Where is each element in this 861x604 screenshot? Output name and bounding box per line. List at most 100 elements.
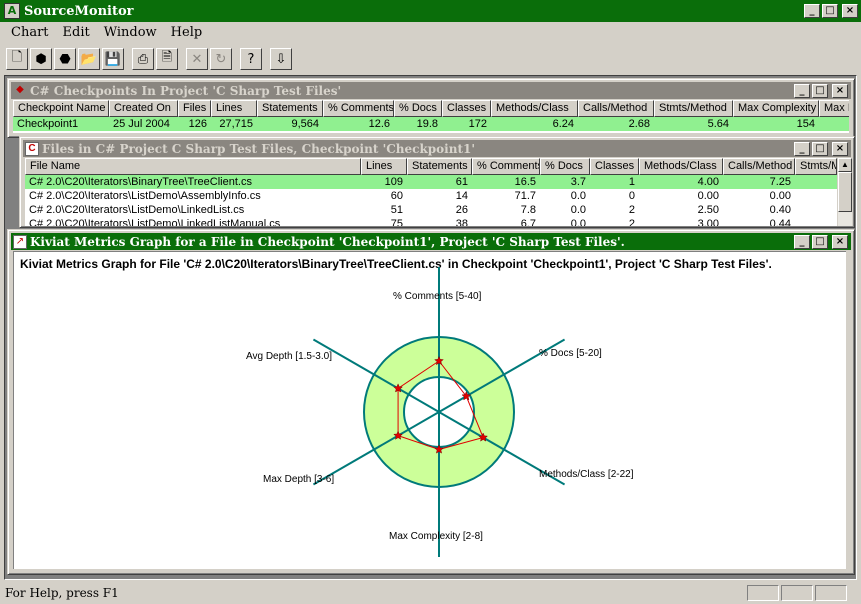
col-statements[interactable]: Statements: [407, 158, 472, 175]
close-button[interactable]: ×: [842, 4, 858, 18]
col-max-complexity[interactable]: Max Complexity: [733, 100, 819, 117]
minimize-button[interactable]: _: [804, 4, 820, 18]
col-lines[interactable]: Lines: [361, 158, 407, 175]
close-button[interactable]: ×: [832, 83, 848, 98]
cell: 14: [455, 190, 468, 202]
print-preview-icon[interactable]: 🗎: [156, 48, 178, 70]
scroll-thumb[interactable]: [838, 172, 852, 212]
checkpoints-window[interactable]: ◆ C# Checkpoints In Project 'C Sharp Tes…: [7, 78, 855, 138]
col-methods-per-class[interactable]: Methods/Class: [639, 158, 723, 175]
cell: 154: [796, 118, 815, 130]
minimize-button[interactable]: _: [794, 234, 810, 249]
cell: 75: [390, 218, 403, 226]
col-checkpoint-name[interactable]: Checkpoint Name: [13, 100, 109, 117]
cell: 0.40: [769, 204, 791, 216]
cell: 2.50: [697, 204, 719, 216]
col-classes[interactable]: Classes: [442, 100, 491, 117]
files-header: File Name Lines Statements % Comments % …: [25, 158, 837, 175]
files-window-title-bar[interactable]: C Files in C# Project C Sharp Test Files…: [23, 140, 851, 157]
col-calls-per-method[interactable]: Calls/Method: [578, 100, 654, 117]
new-project-icon[interactable]: ⬢: [30, 48, 52, 70]
col-pct-docs[interactable]: % Docs: [540, 158, 590, 175]
table-row[interactable]: C# 2.0\C20\Iterators\ListDemo\LinkedList…: [25, 203, 837, 217]
project-icon[interactable]: ⬣: [54, 48, 76, 70]
close-button[interactable]: ×: [832, 141, 848, 156]
save-icon[interactable]: 💾: [102, 48, 124, 70]
files-window[interactable]: C Files in C# Project C Sharp Test Files…: [19, 136, 855, 228]
cell: 172: [468, 118, 487, 130]
menu-edit[interactable]: Edit: [56, 25, 97, 40]
app-title-bar[interactable]: A SourceMonitor _ □ ×: [0, 0, 861, 22]
open-folder-icon[interactable]: 📂: [78, 48, 100, 70]
context-help-icon[interactable]: ?: [240, 48, 262, 70]
print-icon[interactable]: ⎙: [132, 48, 154, 70]
cs-file-icon: C: [25, 141, 39, 156]
table-row[interactable]: C# 2.0\C20\Iterators\ListDemo\LinkedList…: [25, 217, 837, 226]
axis-label-pct-comments: % Comments [5-40]: [393, 291, 482, 302]
menu-window[interactable]: Window: [97, 25, 164, 40]
col-methods-per-class[interactable]: Methods/Class: [491, 100, 578, 117]
cell: 3.7: [570, 176, 586, 188]
axis-label-avg-depth: Avg Depth [1.5-3.0]: [246, 351, 332, 362]
col-stmts-per-method[interactable]: Stmts/M: [795, 158, 837, 175]
cell: 0.0: [570, 190, 586, 202]
col-created-on[interactable]: Created On: [109, 100, 178, 117]
cell: 5.64: [707, 118, 729, 130]
cell: C# 2.0\C20\Iterators\ListDemo\LinkedList…: [29, 218, 281, 226]
table-row[interactable]: C# 2.0\C20\Iterators\BinaryTree\TreeClie…: [25, 175, 837, 189]
cell: 0.0: [570, 218, 586, 226]
cell: 4.00: [697, 176, 719, 188]
cell: 2.68: [628, 118, 650, 130]
col-files[interactable]: Files: [178, 100, 211, 117]
cell: 19.8: [416, 118, 438, 130]
cell: 0.44: [769, 218, 791, 226]
cell: Checkpoint1: [17, 118, 79, 130]
minimize-button[interactable]: _: [794, 141, 810, 156]
cell: 61: [455, 176, 468, 188]
col-statements[interactable]: Statements: [257, 100, 323, 117]
cell: 6.24: [552, 118, 574, 130]
delete-icon[interactable]: ✕: [186, 48, 208, 70]
maximize-button[interactable]: □: [812, 141, 828, 156]
refresh-icon[interactable]: ↻: [210, 48, 232, 70]
maximize-button[interactable]: □: [822, 4, 838, 18]
axis-label-max-complexity: Max Complexity [2-8]: [389, 531, 483, 542]
cell: 27,715: [219, 118, 253, 130]
col-pct-comments[interactable]: % Comments: [323, 100, 394, 117]
cell: 16.5: [514, 176, 536, 188]
col-max-depth[interactable]: Max De: [819, 100, 849, 117]
checkpoints-header: Checkpoint Name Created On Files Lines S…: [13, 100, 849, 117]
checkpoints-table: Checkpoint Name Created On Files Lines S…: [13, 100, 849, 133]
cell: 51: [390, 204, 403, 216]
cell: [795, 203, 837, 217]
menu-chart[interactable]: Chart: [4, 25, 56, 40]
app-icon: A: [4, 3, 20, 19]
checkpoints-window-title-bar[interactable]: ◆ C# Checkpoints In Project 'C Sharp Tes…: [11, 82, 851, 99]
files-window-title: Files in C# Project C Sharp Test Files, …: [42, 141, 476, 156]
col-pct-comments[interactable]: % Comments: [472, 158, 540, 175]
menu-help[interactable]: Help: [164, 25, 210, 40]
cell: 25 Jul 2004: [113, 118, 170, 130]
maximize-button[interactable]: □: [812, 83, 828, 98]
files-vertical-scrollbar[interactable]: ▲: [838, 158, 852, 226]
kiviat-window-title: Kiviat Metrics Graph for a File in Check…: [30, 234, 625, 249]
col-calls-per-method[interactable]: Calls/Method: [723, 158, 795, 175]
col-pct-docs[interactable]: % Docs: [394, 100, 442, 117]
cell: 0.00: [697, 190, 719, 202]
col-file-name[interactable]: File Name: [25, 158, 361, 175]
export-icon[interactable]: ⇩: [270, 48, 292, 70]
scroll-up-button[interactable]: ▲: [838, 158, 852, 172]
kiviat-window[interactable]: ↗ Kiviat Metrics Graph for a File in Che…: [7, 229, 855, 575]
status-text: For Help, press F1: [5, 586, 119, 600]
table-row[interactable]: Checkpoint1 25 Jul 2004 126 27,715 9,564…: [13, 117, 849, 131]
col-stmts-per-method[interactable]: Stmts/Method: [654, 100, 733, 117]
close-button[interactable]: ×: [832, 234, 848, 249]
table-row[interactable]: C# 2.0\C20\Iterators\ListDemo\AssemblyIn…: [25, 189, 837, 203]
kiviat-window-title-bar[interactable]: ↗ Kiviat Metrics Graph for a File in Che…: [11, 233, 851, 250]
maximize-button[interactable]: □: [812, 234, 828, 249]
minimize-button[interactable]: _: [794, 83, 810, 98]
col-classes[interactable]: Classes: [590, 158, 639, 175]
new-file-icon[interactable]: 🗋: [6, 48, 28, 70]
col-lines[interactable]: Lines: [211, 100, 257, 117]
files-table: File Name Lines Statements % Comments % …: [25, 158, 837, 226]
